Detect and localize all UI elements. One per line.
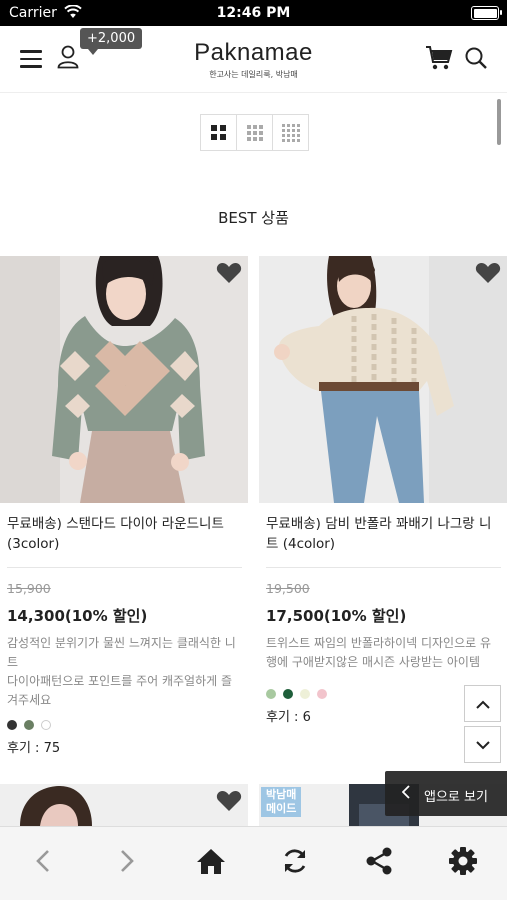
home-button[interactable] xyxy=(194,846,228,880)
grid-4-icon xyxy=(281,123,300,142)
grid-3-button[interactable] xyxy=(237,115,273,150)
color-swatch xyxy=(266,689,276,699)
chevron-left-icon xyxy=(36,849,50,877)
chevron-right-icon xyxy=(120,849,134,877)
share-icon xyxy=(365,847,393,879)
color-swatches xyxy=(0,719,248,731)
chevron-up-icon xyxy=(475,694,490,713)
grid-4-button[interactable] xyxy=(273,115,308,150)
product-description: 감성적인 분위기가 물씬 느껴지는 클래식한 니트 다이아패턴으로 포인트를 주… xyxy=(7,636,236,707)
grid-view-toggle xyxy=(200,114,309,151)
product-image[interactable] xyxy=(259,256,507,503)
back-button[interactable] xyxy=(26,846,60,880)
sale-price-row: 14,300(10% 할인) xyxy=(0,596,248,626)
original-price: 19,500 xyxy=(266,581,310,596)
search-icon[interactable] xyxy=(464,46,488,74)
sale-price: 14,300 xyxy=(7,607,65,625)
color-swatch xyxy=(41,720,51,730)
bottom-toolbar xyxy=(0,826,507,900)
wishlist-heart-icon[interactable] xyxy=(216,262,242,288)
refresh-button[interactable] xyxy=(278,846,312,880)
product-image[interactable] xyxy=(0,784,248,826)
color-swatch xyxy=(7,720,17,730)
color-swatch xyxy=(24,720,34,730)
product-name[interactable]: 무료배송) 담비 반폴라 꽈배기 나그랑 니트 (4color) xyxy=(259,503,507,558)
status-bar: Carrier 12:46 PM xyxy=(0,0,507,26)
grid-2-icon xyxy=(211,125,226,140)
clock: 12:46 PM xyxy=(216,5,291,21)
sale-price: 17,500 xyxy=(266,607,324,625)
wishlist-heart-icon[interactable] xyxy=(216,790,242,816)
product-description: 트위스트 짜임의 반폴라하이넥 디자인으로 유행에 구애받지않은 매시즌 사랑받… xyxy=(266,636,492,669)
open-in-app-button[interactable]: 앱으로 보기 xyxy=(385,771,507,816)
app-header: +2,000 Paknamae 한고사는 데일리룩, 박남매 xyxy=(0,26,507,93)
product-name[interactable]: 무료배송) 스탠다드 다이아 라운드니트 (3color) xyxy=(0,503,248,558)
scroll-top-button[interactable] xyxy=(464,685,501,722)
color-swatch xyxy=(300,689,310,699)
forward-button[interactable] xyxy=(110,846,144,880)
color-swatch xyxy=(283,689,293,699)
chevron-left-icon xyxy=(401,785,410,803)
open-in-app-label: 앱으로 보기 xyxy=(424,790,488,805)
product-card[interactable]: 무료배송) 스탠다드 다이아 라운드니트 (3color) 15,900 14,… xyxy=(0,256,248,756)
settings-button[interactable] xyxy=(446,846,480,880)
product-image[interactable] xyxy=(0,256,248,503)
review-count: 후기 : 75 xyxy=(7,741,61,756)
share-button[interactable] xyxy=(362,846,396,880)
scroll-bottom-button[interactable] xyxy=(464,726,501,763)
battery-level xyxy=(473,8,497,18)
cart-icon[interactable] xyxy=(425,45,453,75)
section-title: BEST 상품 xyxy=(218,209,289,227)
discount-label: (10% 할인) xyxy=(323,607,407,625)
sale-price-row: 17,500(10% 할인) xyxy=(259,596,507,626)
product-card[interactable]: 무료배송) 담비 반폴라 꽈배기 나그랑 니트 (4color) 19,500 … xyxy=(259,256,507,725)
original-price: 15,900 xyxy=(7,581,51,596)
chevron-down-icon xyxy=(475,735,490,754)
wishlist-heart-icon[interactable] xyxy=(475,262,501,288)
color-swatch xyxy=(317,689,327,699)
grid-2-button[interactable] xyxy=(201,115,237,150)
gear-icon xyxy=(448,846,478,880)
scroll-indicator xyxy=(497,99,501,145)
battery-icon xyxy=(471,6,502,20)
grid-3-icon xyxy=(246,124,263,141)
refresh-icon xyxy=(281,847,309,879)
discount-label: (10% 할인) xyxy=(64,607,148,625)
home-icon xyxy=(196,847,226,879)
brand-made-label: 박남매 메이드 xyxy=(261,787,302,817)
